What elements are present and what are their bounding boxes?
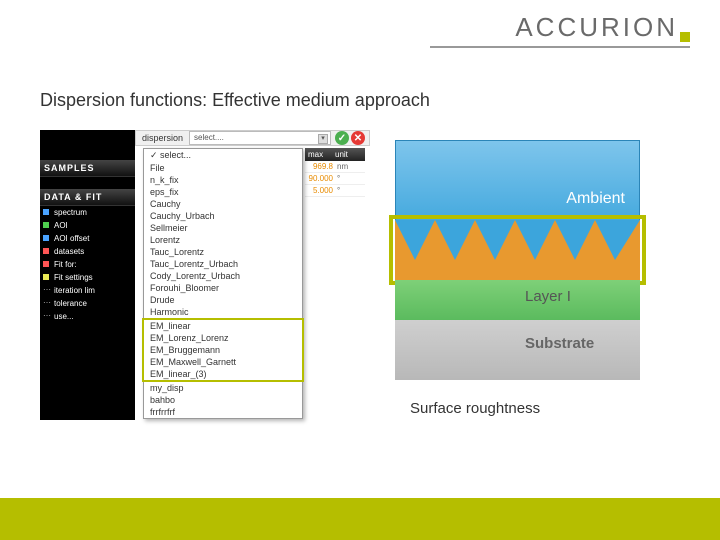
layer-1 (395, 280, 640, 320)
dropdown-item[interactable]: Cauchy_Urbach (144, 210, 302, 222)
dispersion-select-value: select.... (194, 133, 224, 142)
sidebar-item-use[interactable]: use... (40, 310, 135, 323)
sidebar-item-aoi-offset[interactable]: AOI offset (40, 232, 135, 245)
dropdown-item[interactable]: select... (144, 149, 302, 162)
dropdown-item[interactable]: Tauc_Lorentz (144, 246, 302, 258)
sidebar-item-aoi[interactable]: AOI (40, 219, 135, 232)
dropdown-item[interactable]: Tauc_Lorentz_Urbach (144, 258, 302, 270)
dropdown-item[interactable]: Cauchy (144, 198, 302, 210)
dropdown-item-em[interactable]: EM_Bruggemann (144, 344, 302, 356)
dropdown-item-em[interactable]: EM_Lorenz_Lorenz (144, 332, 302, 344)
layer-ambient-label: Ambient (566, 190, 625, 208)
sidebar-item-fit-for[interactable]: Fit for: (40, 258, 135, 271)
sidebar-item-fit-settings[interactable]: Fit settings (40, 271, 135, 284)
dropdown-item[interactable]: File (144, 162, 302, 174)
sidebar-item-tolerance[interactable]: tolerance (40, 297, 135, 310)
dropdown-item[interactable]: eps_fix (144, 186, 302, 198)
dropdown-item[interactable]: n_k_fix (144, 174, 302, 186)
sidebar-item-iteration[interactable]: iteration lim (40, 284, 135, 297)
table-row: 5.000° (305, 185, 365, 197)
dispersion-select[interactable]: select.... ▾ (189, 131, 331, 145)
em-group-highlight: EM_linear EM_Lorenz_Lorenz EM_Bruggemann… (142, 318, 304, 382)
cancel-button[interactable]: ✕ (351, 131, 365, 145)
diagram-caption: Surface roughtness (410, 400, 540, 417)
sidebar-item-datasets[interactable]: datasets (40, 245, 135, 258)
dropdown-item-em[interactable]: EM_Maxwell_Garnett (144, 356, 302, 368)
dispersion-toolbar: dispersion select.... ▾ ✓ ✕ (135, 130, 370, 146)
dropdown-item[interactable]: Sellmeier (144, 222, 302, 234)
confirm-button[interactable]: ✓ (335, 131, 349, 145)
col-header-max: max (308, 150, 335, 159)
dispersion-dropdown[interactable]: select... File n_k_fix eps_fix Cauchy Ca… (143, 148, 303, 419)
roughness-interface (395, 220, 640, 280)
chevron-down-icon[interactable]: ▾ (318, 134, 328, 144)
dropdown-item[interactable]: bahbo (144, 394, 302, 406)
brand-text: ACCURION (515, 12, 678, 43)
brand-underline (430, 46, 690, 48)
dispersion-label: dispersion (136, 133, 189, 143)
sidebar-header-datafit: DATA & FIT (40, 189, 135, 206)
layer-diagram: Ambient Layer I Substrate (395, 140, 640, 390)
dropdown-item[interactable]: Forouhi_Bloomer (144, 282, 302, 294)
layer-1-label: Layer I (525, 288, 571, 305)
brand-dot-icon (680, 32, 690, 42)
table-row: 969.8nm (305, 161, 365, 173)
footer-bar (0, 498, 720, 540)
dropdown-item[interactable]: Lorentz (144, 234, 302, 246)
dropdown-item[interactable]: my_disp (144, 382, 302, 394)
col-header-unit: unit (335, 150, 362, 159)
app-sidebar: SAMPLES DATA & FIT spectrum AOI AOI offs… (40, 130, 135, 420)
value-columns: max unit 969.8nm 90.000° 5.000° (305, 148, 365, 197)
dropdown-item[interactable]: Drude (144, 294, 302, 306)
dropdown-item[interactable]: Harmonic (144, 306, 302, 318)
app-screenshot: SAMPLES DATA & FIT spectrum AOI AOI offs… (40, 130, 370, 420)
dropdown-item-em[interactable]: EM_linear (144, 320, 302, 332)
dropdown-item[interactable]: frrfrrfrf (144, 406, 302, 418)
layer-substrate-label: Substrate (525, 335, 594, 352)
dropdown-item-em[interactable]: EM_linear_(3) (144, 368, 302, 380)
dropdown-item[interactable]: Cody_Lorentz_Urbach (144, 270, 302, 282)
layer-substrate (395, 320, 640, 380)
sidebar-item-spectrum[interactable]: spectrum (40, 206, 135, 219)
brand-logo: ACCURION (515, 12, 690, 43)
page-title: Dispersion functions: Effective medium a… (40, 90, 430, 111)
sidebar-header-samples: SAMPLES (40, 160, 135, 177)
table-row: 90.000° (305, 173, 365, 185)
